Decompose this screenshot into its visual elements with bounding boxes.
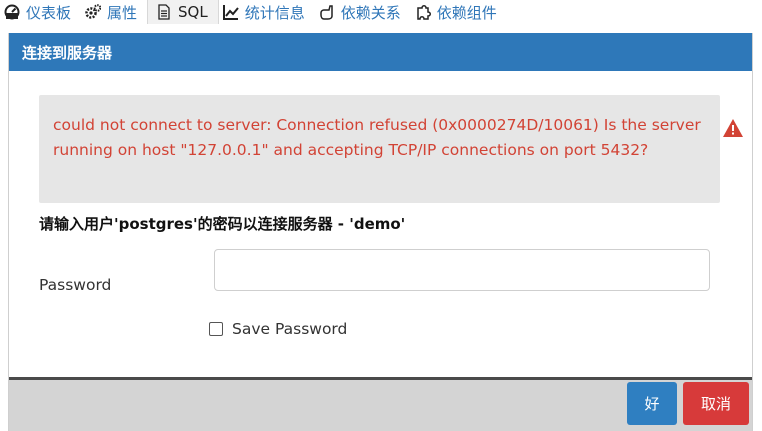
dialog-header: 连接到服务器 bbox=[9, 33, 752, 71]
tab-statistics[interactable]: 统计信息 bbox=[219, 0, 315, 24]
file-text-icon bbox=[156, 4, 172, 20]
save-password-checkbox[interactable] bbox=[209, 322, 223, 336]
tab-dependents[interactable]: 依赖组件 bbox=[411, 0, 507, 24]
tab-bar: 仪表板 属性 SQL 统计信息 依赖关系 依赖组件 bbox=[0, 0, 762, 26]
tab-statistics-label: 统计信息 bbox=[244, 3, 305, 22]
cancel-button[interactable]: 取消 bbox=[683, 382, 749, 425]
ok-button[interactable]: 好 bbox=[627, 382, 677, 425]
connect-server-dialog: 连接到服务器 could not connect to server: Conn… bbox=[8, 33, 753, 431]
tab-properties-label: 属性 bbox=[107, 3, 138, 22]
dashboard-icon bbox=[4, 4, 20, 20]
line-chart-icon bbox=[222, 4, 239, 20]
dialog-footer: 好 取消 bbox=[9, 380, 752, 431]
error-message-box: could not connect to server: Connection … bbox=[39, 95, 720, 203]
save-password-label: Save Password bbox=[232, 320, 348, 338]
save-password-row[interactable]: Save Password bbox=[209, 320, 347, 338]
tab-dashboard-label: 仪表板 bbox=[26, 3, 72, 22]
tab-dependents-label: 依赖组件 bbox=[436, 3, 497, 22]
tab-properties[interactable]: 属性 bbox=[81, 0, 147, 24]
tab-dependencies[interactable]: 依赖关系 bbox=[315, 0, 411, 24]
puzzle-icon bbox=[415, 4, 431, 20]
password-prompt: 请输入用户'postgres'的密码以连接服务器 - 'demo' bbox=[39, 215, 406, 233]
tab-sql[interactable]: SQL bbox=[147, 0, 219, 24]
error-message-text: could not connect to server: Connection … bbox=[53, 116, 701, 159]
tab-dependencies-label: 依赖关系 bbox=[340, 3, 401, 22]
tab-sql-label: SQL bbox=[178, 3, 208, 21]
password-input[interactable] bbox=[214, 249, 710, 291]
dialog-title: 连接到服务器 bbox=[22, 43, 113, 62]
cogs-icon bbox=[85, 4, 102, 20]
warning-triangle-icon bbox=[722, 118, 744, 138]
tab-dashboard[interactable]: 仪表板 bbox=[0, 0, 81, 24]
hand-pointer-icon bbox=[319, 4, 335, 20]
password-label: Password bbox=[39, 276, 112, 294]
